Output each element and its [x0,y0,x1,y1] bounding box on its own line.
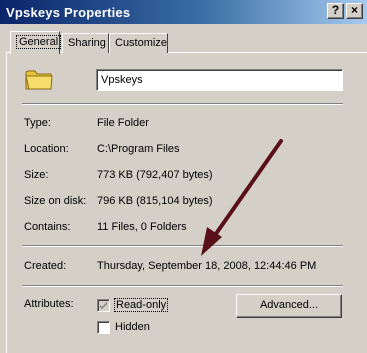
window-title: Vpskeys Properties [6,4,131,20]
size-label: Size: [24,169,49,181]
created-value: Thursday, September 18, 2008, 12:44:46 P… [97,260,317,272]
size-value: 773 KB (792,407 bytes) [97,169,213,181]
created-label: Created: [24,260,67,272]
size-on-disk-value: 796 KB (815,104 bytes) [97,195,213,207]
type-label: Type: [24,117,51,129]
location-label: Location: [24,143,69,155]
tab-general-label: General [16,35,62,49]
tab-general[interactable]: General [10,31,62,54]
title-bar[interactable]: Vpskeys Properties ? × [0,0,367,24]
advanced-button[interactable]: Advanced... [236,294,342,318]
contains-label: Contains: [24,221,71,233]
hidden-checkbox[interactable] [97,321,110,334]
location-value: C:\Program Files [97,143,180,155]
close-button[interactable]: × [346,3,363,19]
readonly-checkbox[interactable] [97,299,110,312]
tab-sharing-label: Sharing [68,37,106,49]
hidden-label[interactable]: Hidden [115,321,150,333]
readonly-label[interactable]: Read-only [114,298,169,312]
folder-icon [25,70,53,90]
separator [22,285,343,287]
separator [22,245,343,247]
tab-customize-label: Customize [115,37,167,49]
help-button[interactable]: ? [327,3,344,19]
separator [22,103,343,105]
attributes-label: Attributes: [24,298,74,310]
type-value: File Folder [97,117,149,129]
tab-customize[interactable]: Customize [109,33,168,53]
size-on-disk-label: Size on disk: [24,195,87,207]
folder-name-field[interactable]: Vpskeys [96,69,343,91]
contains-value: 11 Files, 0 Folders [97,221,187,233]
check-icon [100,302,107,309]
tab-sharing[interactable]: Sharing [62,33,109,53]
